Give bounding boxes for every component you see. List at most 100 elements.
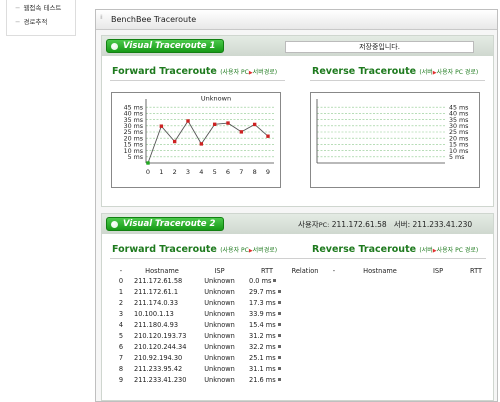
user-pc-prefix: PC: xyxy=(318,221,330,229)
forward-chart-svg: 45 ms40 ms35 ms30 ms25 ms20 ms15 ms10 ms… xyxy=(124,95,274,176)
user-pc-label: 사용자 xyxy=(298,220,319,229)
hop-hostname: 211.172.61.1 xyxy=(134,287,179,296)
reverse-traceroute-heading: Reverse Traceroute (서버▶사용자 PC 경로) xyxy=(312,244,478,255)
data-point xyxy=(226,121,230,125)
visual-traceroute-panel-1: Visual Traceroute 1 저장중입니다. Forward Trac… xyxy=(101,35,494,207)
x-tick-label: 0 xyxy=(146,168,150,176)
sidebar-item-web-test[interactable]: − 웹접속 테스트 xyxy=(15,2,61,12)
hop-rtt: 29.7 ms xyxy=(247,286,287,297)
rtt-marker-icon xyxy=(277,290,281,293)
x-tick-label: 9 xyxy=(266,168,270,176)
panel-header: Visual Traceroute 1 저장중입니다. xyxy=(102,36,493,56)
divider xyxy=(110,80,285,81)
table-row: 7 210.92.194.30 Unknown 25.1 ms xyxy=(110,352,491,363)
data-point xyxy=(266,134,270,138)
hop-index: 1 xyxy=(118,287,124,296)
empty-cell xyxy=(323,319,345,330)
left-sidebar: − 웹접속 테스트 − 경로추적 xyxy=(0,0,78,40)
empty-cell xyxy=(345,286,415,297)
hop-index: 5 xyxy=(118,331,124,340)
rtt-marker-icon xyxy=(277,345,281,348)
empty-cell xyxy=(287,374,323,385)
reverse-subtitle: (서버▶사용자 PC 경로) xyxy=(419,69,479,76)
hop-isp: Unknown xyxy=(204,375,235,384)
empty-cell xyxy=(323,330,345,341)
hop-index: 6 xyxy=(118,342,124,351)
x-tick-label: 6 xyxy=(226,168,230,176)
badge-label: Visual Traceroute 2 xyxy=(123,219,216,229)
empty-cell xyxy=(345,297,415,308)
empty-cell xyxy=(345,330,415,341)
hop-hostname: 211.233.41.230 xyxy=(134,375,187,384)
x-tick-label: 5 xyxy=(213,168,217,176)
empty-cell xyxy=(461,374,491,385)
series-label: Unknown xyxy=(201,95,231,103)
server-label: 서버: xyxy=(393,220,411,229)
y-tick-label: 5 ms xyxy=(128,154,143,161)
empty-cell xyxy=(287,341,323,352)
sidebar-item-label: 경로추적 xyxy=(23,18,48,26)
hop-hostname: 210.120.193.73 xyxy=(134,331,187,340)
data-point xyxy=(252,122,257,127)
hop-rtt: 33.9 ms xyxy=(247,308,287,319)
sidebar-item-traceroute[interactable]: − 경로추적 xyxy=(15,16,47,26)
rtt-marker-icon xyxy=(277,301,281,304)
forward-title: Forward Traceroute xyxy=(112,244,217,255)
hop-index: 8 xyxy=(118,364,124,373)
table-row: 3 10.100.1.13 Unknown 33.9 ms xyxy=(110,308,491,319)
x-tick-label: 1 xyxy=(159,168,163,176)
col-header-rtt: RTT xyxy=(260,266,274,275)
col-header-isp: ISP xyxy=(214,266,225,275)
empty-cell xyxy=(415,374,461,385)
hop-isp: Unknown xyxy=(204,276,235,285)
table-row: 9 211.233.41.230 Unknown 21.6 ms xyxy=(110,374,491,385)
empty-cell xyxy=(287,352,323,363)
hop-isp: Unknown xyxy=(204,353,235,362)
hop-rtt: 21.6 ms xyxy=(247,374,287,385)
empty-cell xyxy=(415,341,461,352)
series-line xyxy=(147,120,269,164)
empty-cell xyxy=(461,308,491,319)
empty-cell xyxy=(461,363,491,374)
col-header-rtt-reverse: RTT xyxy=(469,266,483,275)
empty-cell xyxy=(415,352,461,363)
hop-rtt: 25.1 ms xyxy=(247,352,287,363)
visual-traceroute-2-badge: Visual Traceroute 2 xyxy=(106,217,225,231)
hop-index: 3 xyxy=(118,309,124,318)
empty-cell xyxy=(323,308,345,319)
hop-hostname: 211.174.0.33 xyxy=(134,298,179,307)
forward-subtitle: (사용자 PC▶서버경로) xyxy=(220,69,278,76)
hop-hostname: 10.100.1.13 xyxy=(134,309,174,318)
hop-isp: Unknown xyxy=(204,309,235,318)
forward-traceroute-heading: Forward Traceroute (사용자 PC▶서버경로) xyxy=(112,66,277,77)
data-point xyxy=(239,130,244,134)
table-row: 4 211.180.4.93 Unknown 15.4 ms xyxy=(110,319,491,330)
hop-rtt: 17.3 ms xyxy=(247,297,287,308)
sidebar-item-label: 웹접속 테스트 xyxy=(23,4,62,12)
rtt-marker-icon xyxy=(277,356,281,359)
rtt-marker-icon xyxy=(277,367,281,370)
empty-cell xyxy=(415,286,461,297)
col-header-relation: Relation xyxy=(291,266,319,275)
col-header-index: - xyxy=(119,266,123,275)
reverse-subtitle: (서버▶사용자 PC 경로) xyxy=(419,247,479,254)
hop-index: 9 xyxy=(118,375,124,384)
empty-cell xyxy=(461,297,491,308)
empty-cell xyxy=(461,352,491,363)
forward-title: Forward Traceroute xyxy=(112,66,217,77)
empty-cell xyxy=(323,341,345,352)
hop-isp: Unknown xyxy=(204,298,235,307)
hops-table: - Hostname ISP RTT Relation - Hostname I… xyxy=(110,266,491,385)
x-tick-label: 4 xyxy=(199,168,203,176)
data-point xyxy=(186,119,190,123)
empty-cell xyxy=(415,330,461,341)
forward-subtitle: (사용자 PC▶서버경로) xyxy=(220,247,278,254)
data-point xyxy=(199,142,204,146)
hop-index: 4 xyxy=(118,320,124,329)
status-dot-icon xyxy=(111,221,118,228)
divider xyxy=(310,80,485,81)
data-point xyxy=(146,161,150,165)
table-row: 1 211.172.61.1 Unknown 29.7 ms xyxy=(110,286,491,297)
empty-cell xyxy=(461,319,491,330)
hop-index: 2 xyxy=(118,298,124,307)
